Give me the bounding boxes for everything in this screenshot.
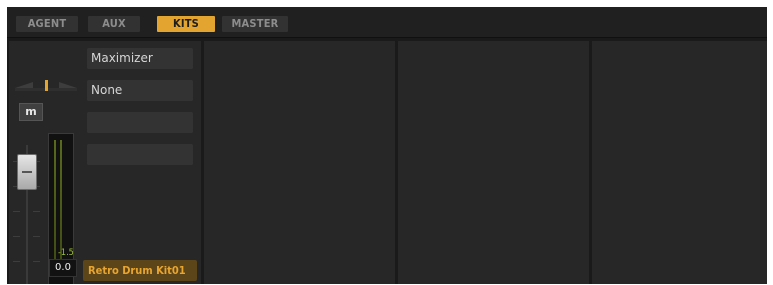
- pan-slider-icon: [15, 80, 77, 91]
- fader-tick: [13, 236, 20, 237]
- kit-name-label: Retro Drum Kit01: [83, 260, 197, 281]
- tab-master[interactable]: MASTER: [222, 16, 288, 32]
- insert-slot-3[interactable]: [87, 112, 193, 133]
- tab-bar: AGENT AUX KITS MASTER: [7, 7, 767, 38]
- mute-button[interactable]: m: [19, 103, 43, 121]
- fader-tick: [33, 211, 40, 212]
- peak-level-label: -1.5: [58, 248, 74, 258]
- fader-tick: [33, 261, 40, 262]
- volume-value-field[interactable]: 0.0: [49, 259, 77, 277]
- empty-channel-slot-2: [204, 41, 395, 284]
- kit-channel-strip: m -1.5 0.0 Maximizer None Retro Drum Kit…: [9, 41, 201, 284]
- volume-fader-knob[interactable]: [17, 154, 37, 190]
- meter-bar-left: [54, 140, 56, 260]
- fader-tick: [13, 261, 20, 262]
- fader-tick: [13, 211, 20, 212]
- tab-aux[interactable]: AUX: [88, 16, 140, 32]
- insert-slot-1[interactable]: Maximizer: [87, 48, 193, 69]
- tab-kits[interactable]: KITS: [157, 16, 215, 32]
- pan-slider[interactable]: [15, 79, 77, 93]
- mixer-window: AGENT AUX KITS MASTER m -1.5 0.0 Maximiz…: [7, 7, 767, 284]
- insert-slot-4[interactable]: [87, 144, 193, 165]
- empty-channel-slot-4: [592, 41, 767, 284]
- insert-slot-2[interactable]: None: [87, 80, 193, 101]
- empty-channel-slot-3: [398, 41, 589, 284]
- meter-bar-right: [60, 140, 62, 260]
- tab-agent[interactable]: AGENT: [16, 16, 78, 32]
- fader-tick: [33, 236, 40, 237]
